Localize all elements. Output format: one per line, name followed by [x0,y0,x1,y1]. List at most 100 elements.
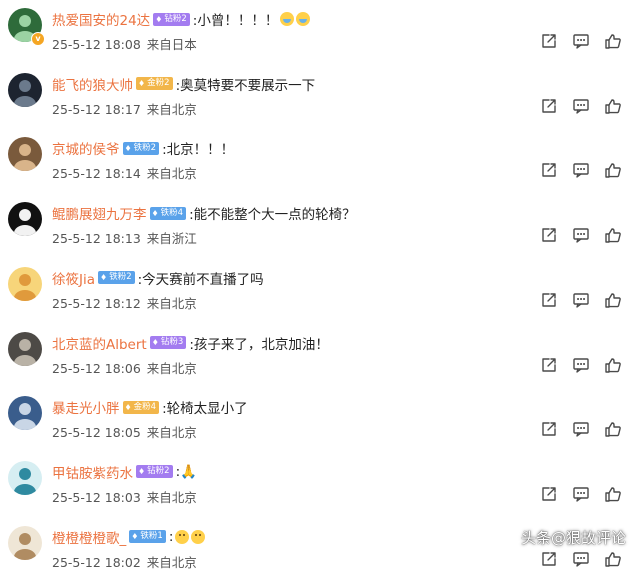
fan-level-label: 铁粉4 [160,207,184,218]
smile-emoji-icon [175,529,190,544]
username-link[interactable]: 京城的侯爷 [52,138,120,158]
thumbs-up-icon [604,32,622,50]
thumbs-up-icon [604,420,622,438]
comment-actions [540,97,622,115]
verified-badge-icon: v [31,32,45,46]
share-button[interactable] [540,161,558,179]
comment-item: v 热爱国安的24达 ♦ 钻粉2:小曾！！！！ 25-5-12 18:08 来自日本 [0,2,640,60]
comment-text: :小曾！！！！ [192,13,279,29]
avatar[interactable] [8,525,42,560]
like-button[interactable] [604,291,622,309]
comment-date: 25-5-12 18:14 [52,166,141,182]
comment-location: 来自北京 [146,360,197,376]
share-button[interactable] [540,550,558,568]
username-link[interactable]: 甲钴胺紫药水 [52,462,133,482]
like-button[interactable] [604,32,622,50]
reply-button[interactable] [572,485,590,503]
avatar[interactable] [8,202,42,237]
username-link[interactable]: 能飞的狼大帅 [52,74,133,94]
comment-header: 热爱国安的24达 ♦ 钻粉2:小曾！！！！ [52,9,311,29]
like-button[interactable] [604,161,622,179]
comment-actions [540,226,622,244]
comment-header: 徐筱Jia ♦ 铁粉2:今天赛前不直播了吗 [52,268,264,288]
username-link[interactable]: 热爱国安的24达 [52,9,150,29]
reply-button[interactable] [572,550,590,568]
reply-button[interactable] [572,161,590,179]
thumbs-up-icon [604,161,622,179]
share-button[interactable] [540,420,558,438]
username-link[interactable]: 暴走光小胖 [52,397,120,417]
avatar[interactable] [8,460,42,495]
avatar[interactable] [8,137,42,172]
comment-actions [540,161,622,179]
comment-icon [572,226,590,244]
comment-item: 甲钴胺紫药水 ♦ 钻粉2:🙏 25-5-12 18:03 来自北京 [0,455,640,513]
comment-date: 25-5-12 18:17 [52,101,141,117]
share-button[interactable] [540,97,558,115]
username-link[interactable]: 北京蓝的Albert [52,333,147,353]
fan-level-badge: ♦ 钻粉2 [136,465,173,479]
comment-date: 25-5-12 18:12 [52,295,141,311]
comment-meta: 25-5-12 18:14 来自北京 [52,163,197,182]
comment-location: 来自北京 [146,295,197,311]
fan-level-label: 钻粉2 [147,466,170,477]
reply-button[interactable] [572,420,590,438]
comment-actions [540,291,622,309]
share-icon [540,32,558,50]
fan-level-label: 金粉4 [133,401,157,412]
reply-button[interactable] [572,32,590,50]
thumbs-up-icon [604,550,622,568]
like-button[interactable] [604,226,622,244]
like-button[interactable] [604,356,622,374]
share-icon [540,420,558,438]
like-button[interactable] [604,485,622,503]
like-button[interactable] [604,550,622,568]
comment-item: 徐筱Jia ♦ 铁粉2:今天赛前不直播了吗 25-5-12 18:12 来自北京 [0,261,640,319]
username-link[interactable]: 橙橙橙橙歌_ [52,527,126,547]
username-link[interactable]: 鲲鹏展翅九万李 [52,203,147,223]
share-button[interactable] [540,291,558,309]
reply-button[interactable] [572,226,590,244]
share-button[interactable] [540,356,558,374]
username-link[interactable]: 徐筱Jia [52,268,95,288]
comment-actions [540,550,622,568]
comment-location: 来自北京 [146,489,197,505]
comment-actions [540,420,622,438]
comment-date: 25-5-12 18:13 [52,231,141,247]
comment-icon [572,97,590,115]
comment-date: 25-5-12 18:05 [52,425,141,441]
share-button[interactable] [540,226,558,244]
comment-text: :能不能整个大一点的轮椅？ [189,207,356,224]
avatar[interactable] [8,266,42,301]
comment-location: 来自北京 [146,101,197,117]
comment-meta: 25-5-12 18:08 来自日本 [52,34,197,53]
avatar[interactable] [8,396,42,431]
share-icon [540,550,558,568]
comment-location: 来自北京 [146,554,197,570]
comment-location: 来自北京 [146,166,197,182]
comment-icon [572,161,590,179]
fan-level-badge: ♦ 金粉4 [122,400,160,414]
diamond-icon: ♦ [124,402,132,412]
comment-icon [572,550,590,568]
comment-text: : [168,528,174,545]
reply-button[interactable] [572,356,590,374]
like-button[interactable] [604,420,622,438]
diamond-icon: ♦ [151,208,159,218]
comment-header: 京城的侯爷 ♦ 铁粉2:北京！！！ [52,138,234,158]
share-button[interactable] [540,32,558,50]
comment-text: :今天赛前不直播了吗 [137,271,264,288]
avatar[interactable] [8,331,42,366]
share-button[interactable] [540,485,558,503]
diamond-icon: ♦ [124,143,132,153]
like-button[interactable] [604,97,622,115]
watermark: 头条@狠故评论 [520,529,626,547]
comment-item: 能飞的狼大帅 ♦ 金粉2:奥莫特要不要展示一下 25-5-12 18:17 来自北京 [0,67,640,125]
reply-button[interactable] [572,291,590,309]
reply-button[interactable] [572,97,590,115]
comment-header: 北京蓝的Albert ♦ 钻粉3:孩子来了，北京加油！ [52,333,329,353]
share-icon [540,356,558,374]
diamond-icon: ♦ [131,532,139,542]
fan-level-badge: ♦ 铁粉2 [122,141,160,155]
avatar[interactable] [8,72,42,107]
